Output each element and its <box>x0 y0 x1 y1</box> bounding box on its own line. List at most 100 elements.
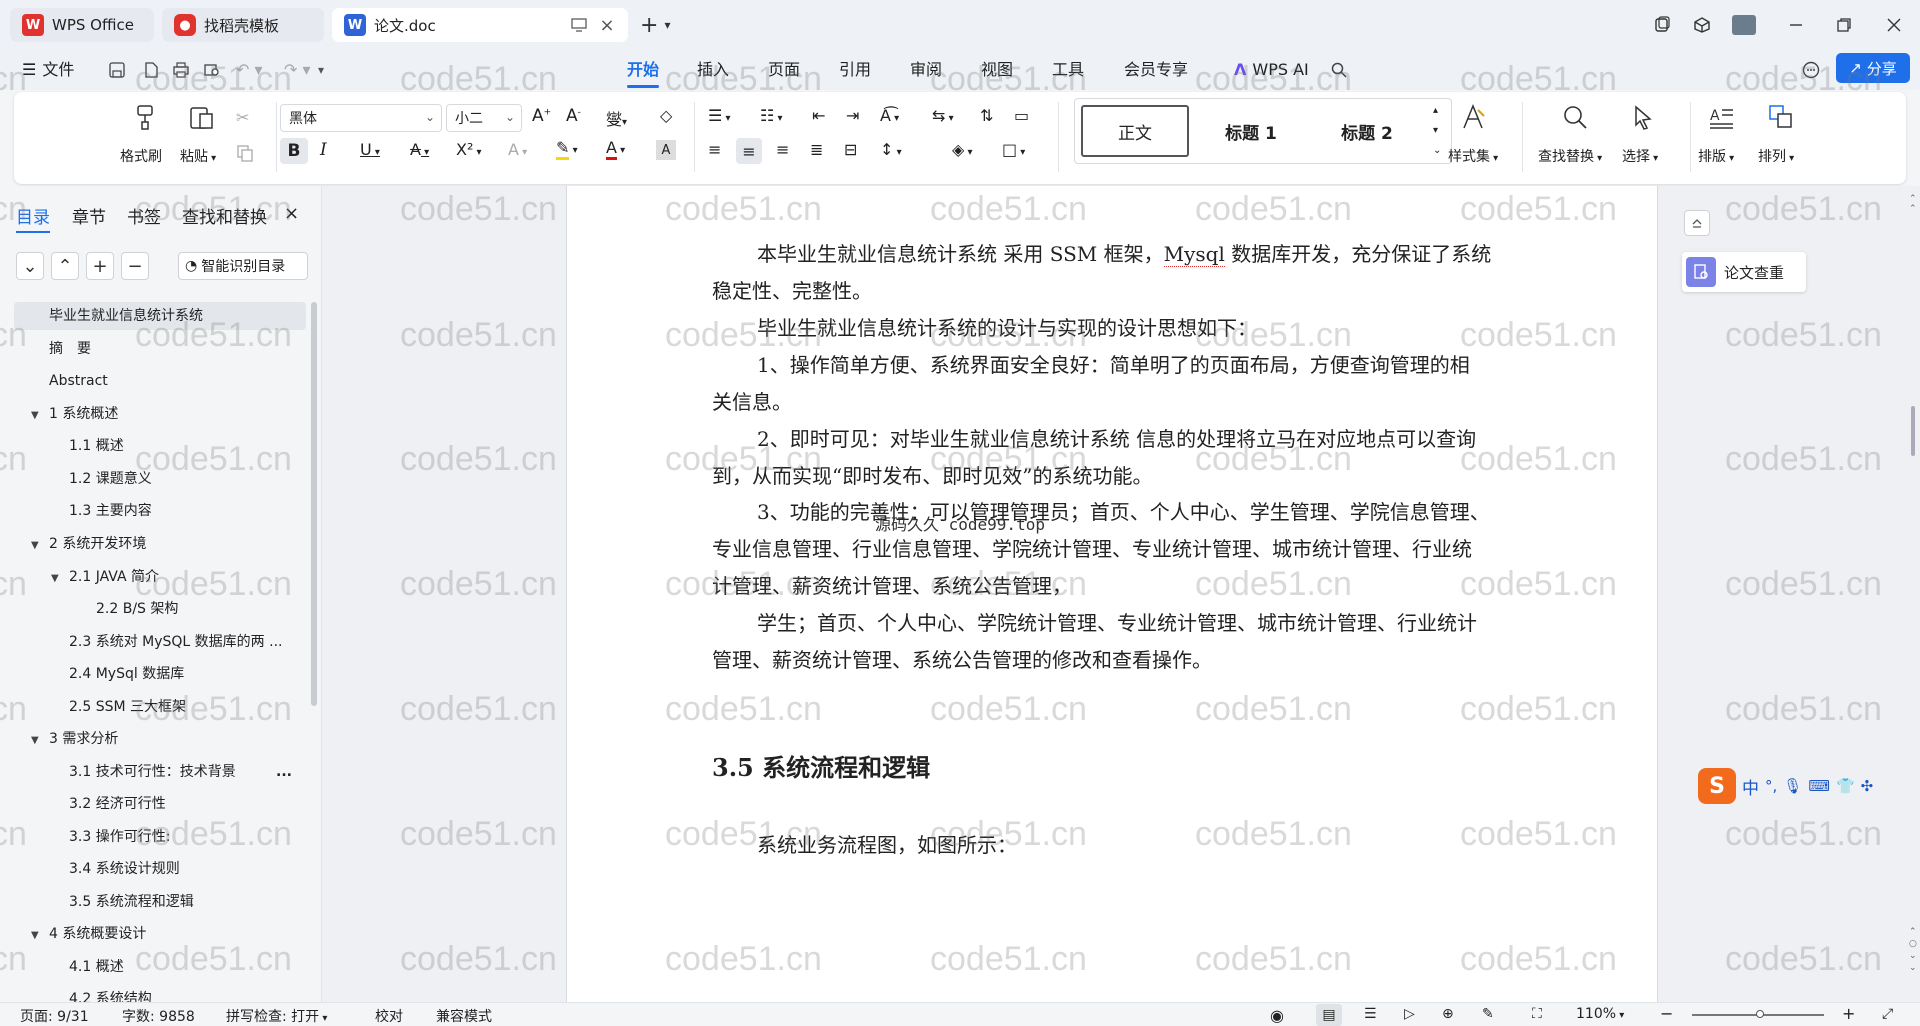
find-replace-label[interactable]: 查找替换 ▾ <box>1538 146 1602 166</box>
avatar[interactable] <box>1730 12 1758 38</box>
keyboard-icon[interactable]: ⌨ <box>1808 777 1830 795</box>
line-spacing-icon[interactable]: ↕ ▾ <box>880 140 902 159</box>
shrink-font-icon[interactable]: A- <box>566 106 581 126</box>
toc-item[interactable]: 3.3 操作可行性: <box>69 823 170 851</box>
tab-document[interactable]: W 论文.doc × <box>332 8 628 42</box>
word-count[interactable]: 字数: 9858 <box>122 1006 195 1026</box>
text-direction-icon[interactable]: A͡ ▾ <box>880 106 899 125</box>
style-heading-1[interactable]: 标题 1 <box>1197 105 1305 157</box>
expand-triangle-icon[interactable]: ▼ <box>51 573 59 584</box>
highlight-button[interactable]: ✎ ▾ <box>556 138 578 160</box>
zoom-out-icon[interactable]: − <box>1660 1004 1673 1023</box>
font-size-select[interactable]: 小二 ⌄ <box>446 104 522 132</box>
cut-icon[interactable]: ✂ <box>236 108 256 128</box>
page-count[interactable]: 页面: 9/31 <box>20 1006 89 1026</box>
numbered-list-icon[interactable]: ☷ ▾ <box>760 106 783 125</box>
toc-item[interactable]: 2 系统开发环境 <box>49 530 146 558</box>
monitor-icon[interactable] <box>570 16 588 34</box>
collapse-panel-icon[interactable] <box>1684 210 1710 236</box>
proofread-button[interactable]: 校对 <box>375 1006 403 1026</box>
shading-icon[interactable]: ◈ ▾ <box>952 140 973 159</box>
nav-tab-toc[interactable]: 目录 <box>16 203 50 233</box>
text-effect-button[interactable]: A ▾ <box>508 140 527 159</box>
select-label[interactable]: 选择 ▾ <box>1622 146 1658 166</box>
toc-item[interactable]: 4 系统概要设计 <box>49 920 146 948</box>
skin-icon[interactable]: 👕 <box>1836 777 1855 795</box>
toc-item[interactable]: 3.2 经济可行性 <box>69 790 166 818</box>
expand-up-icon[interactable]: ⌃ <box>51 252 79 280</box>
align-left-icon[interactable]: ≡ <box>708 140 721 159</box>
style-normal[interactable]: 正文 <box>1081 105 1189 157</box>
toc-item[interactable]: 2.5 SSM 三大框架 <box>69 693 186 721</box>
show-marks-icon[interactable]: ▭ <box>1014 106 1029 125</box>
sogou-logo-icon[interactable]: S <box>1698 768 1736 804</box>
new-tab-button[interactable]: + ▾ <box>640 12 690 38</box>
tab-wps-office[interactable]: W WPS Office <box>10 8 154 42</box>
layout-icon[interactable]: A <box>1706 102 1736 132</box>
font-name-select[interactable]: 黑体 ⌄ <box>280 104 442 132</box>
close-window-icon[interactable] <box>1880 12 1908 38</box>
toc-item[interactable]: 2.4 MySql 数据库 <box>69 660 184 688</box>
tab-start[interactable]: 开始 <box>627 58 660 88</box>
tab-docer-template[interactable]: ● 找稻壳模板 <box>162 8 324 42</box>
tab-review[interactable]: 审阅 <box>910 58 942 82</box>
fullscreen-icon[interactable]: ⤢ <box>1882 1006 1893 1022</box>
toc-item[interactable]: 4.1 概述 <box>69 953 124 981</box>
align-center-icon[interactable]: ≡ <box>736 138 762 164</box>
redo-icon[interactable]: ↷ ▾ <box>284 58 311 82</box>
toc-item[interactable]: 2.3 系统对 MySQL 数据库的两 ... <box>69 628 283 656</box>
tab-insert[interactable]: 插入 <box>697 58 729 82</box>
document-scrollbar[interactable]: ⌃ ⌃ ⌃ ○ ⌄ ⌄ <box>1906 186 1920 1002</box>
ime-language[interactable]: 中 <box>1742 774 1759 799</box>
wps-ai-button[interactable]: Λ WPS AI <box>1234 58 1309 82</box>
clear-format-icon[interactable]: ◇ <box>660 106 672 125</box>
ime-toolbox-icon[interactable]: ✣ <box>1861 777 1874 795</box>
toc-item[interactable]: 1.2 课题意义 <box>69 465 152 493</box>
layout-label[interactable]: 排版 ▾ <box>1698 146 1734 166</box>
zoom-slider-handle[interactable] <box>1756 1010 1764 1018</box>
collapse-all-icon[interactable]: ⌄ <box>16 252 44 280</box>
expand-triangle-icon[interactable]: ▼ <box>31 735 39 746</box>
sort-icon[interactable]: ⇅ <box>980 106 993 125</box>
scroll-up-icon[interactable]: ⌃ ⌃ <box>1909 194 1917 214</box>
nav-tab-find-replace[interactable]: 查找和替换 <box>182 203 267 228</box>
toc-item-more[interactable]: ... <box>276 758 292 786</box>
toc-item[interactable]: 1.3 主要内容 <box>69 497 152 525</box>
tab-member[interactable]: 会员专享 <box>1124 58 1188 82</box>
arrange-label[interactable]: 排列 ▾ <box>1758 146 1794 166</box>
scrollbar-thumb[interactable] <box>1911 406 1915 456</box>
distributed-icon[interactable]: ⊟ <box>844 140 857 159</box>
style-gallery-scroll[interactable]: ▴ ▾ ⌄ <box>1433 101 1441 161</box>
pinyin-guide-icon[interactable]: 燮▾ <box>606 106 627 130</box>
microphone-icon[interactable]: 🎙 <box>1783 777 1802 795</box>
share-button[interactable]: ↗ 分享 <box>1836 53 1910 83</box>
align-right-icon[interactable]: ≡ <box>776 140 789 159</box>
convert-icon[interactable]: ⇆ ▾ <box>932 106 954 125</box>
copy-icon[interactable] <box>236 144 256 164</box>
toc-item[interactable]: 毕业生就业信息统计系统 <box>49 302 203 330</box>
tab-reference[interactable]: 引用 <box>839 58 871 82</box>
undo-icon[interactable]: ↶ ▾ <box>236 58 263 82</box>
nav-tab-bookmark[interactable]: 书签 <box>127 203 161 228</box>
char-shading-button[interactable]: A <box>656 140 676 160</box>
find-replace-icon[interactable] <box>1560 102 1590 132</box>
toc-item[interactable]: 3.5 系统流程和逻辑 <box>69 888 194 916</box>
format-painter-icon[interactable] <box>130 102 160 132</box>
zoom-in-icon[interactable]: + <box>1842 1004 1855 1023</box>
close-tab-icon[interactable]: × <box>596 14 618 36</box>
increase-indent-icon[interactable]: ⇥ <box>846 106 859 125</box>
spell-check-toggle[interactable]: 拼写检查: 打开 ▾ <box>226 1006 327 1026</box>
outline-view-icon[interactable]: ☰ <box>1364 1006 1377 1022</box>
toc-item[interactable]: 3.1 技术可行性：技术背景 <box>69 758 236 786</box>
bold-button[interactable]: B <box>280 138 308 164</box>
add-heading-icon[interactable]: + <box>86 252 114 280</box>
arrange-icon[interactable] <box>1766 102 1796 132</box>
tab-tools[interactable]: 工具 <box>1052 58 1084 82</box>
web-view-icon[interactable]: ⊕ <box>1442 1006 1454 1022</box>
toc-item[interactable]: 摘 要 <box>49 335 91 363</box>
toc-item[interactable]: 4.2 系统结构 <box>69 985 152 1002</box>
close-pane-icon[interactable]: × <box>284 203 299 224</box>
zoom-level-select[interactable]: 110% ▾ <box>1576 1006 1624 1022</box>
select-cursor-icon[interactable] <box>1628 102 1658 132</box>
file-menu[interactable]: ☰ 文件 <box>22 58 74 82</box>
